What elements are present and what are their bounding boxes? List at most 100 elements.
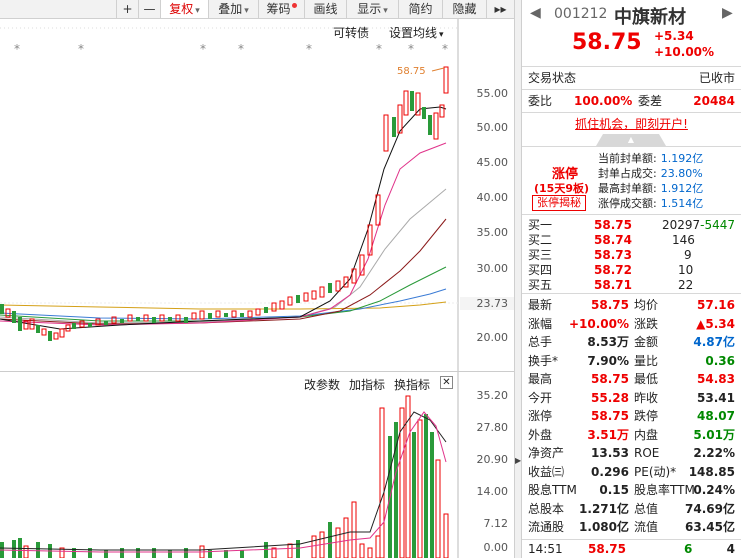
stat-row: 总手 8.53万 金额 4.87亿	[522, 333, 741, 351]
draw-line-button[interactable]: 画线	[304, 0, 346, 18]
stat-row: 涨停 58.75 跌停 48.07	[522, 407, 741, 425]
stat-label: 收益㈢	[528, 464, 565, 479]
candlesticks	[0, 66, 449, 341]
stat-label: 最新	[528, 298, 553, 312]
tick-count: 4	[726, 542, 735, 556]
order-diff-value: 20484	[693, 94, 735, 108]
hide-button[interactable]: 隐藏	[442, 0, 486, 18]
adjust-price-label: 复权	[169, 2, 194, 16]
volume-axis-label: 0.00	[483, 541, 509, 554]
event-marker-icon[interactable]: *	[78, 42, 84, 56]
stat-label: 最低	[634, 372, 659, 386]
volume-axis-label: 14.00	[476, 485, 509, 498]
stat-value: 0.15	[599, 483, 629, 497]
prev-stock-icon[interactable]: ◀	[530, 5, 541, 21]
stat-value: 74.69亿	[685, 501, 735, 516]
stat-label: 涨跌	[634, 316, 659, 331]
limit-up-detail-row: 涨停成交额: 1.514亿	[598, 197, 704, 210]
trade-status-value: 已收市	[698, 71, 735, 85]
stat-value: 5.01万	[693, 427, 735, 442]
price-axis-label: 40.00	[476, 191, 509, 204]
stat-value: 58.75	[591, 372, 629, 386]
stat-value: 2.22%	[693, 446, 735, 460]
stat-row: 股息TTM 0.15 股息率TTM 0.24%	[522, 481, 741, 499]
simple-mode-button[interactable]: 简约	[398, 0, 442, 18]
event-marker-icon[interactable]: *	[376, 42, 382, 56]
stat-label: 净资产	[528, 446, 565, 460]
tick-volume: 6	[684, 542, 693, 556]
quote-panel: ◀ 001212 中旗新材 ▶ 58.75 +5.34 +10.00% 交易状态…	[522, 0, 741, 558]
next-stock-icon[interactable]: ▶	[722, 5, 733, 21]
overlay-dropdown[interactable]: 叠加	[208, 0, 258, 18]
event-marker-icon[interactable]: *	[442, 42, 448, 56]
event-marker-icon[interactable]: *	[14, 42, 20, 56]
stat-value: 0.296	[591, 464, 629, 479]
trade-status-row: 交易状态 已收市	[522, 69, 741, 87]
trade-status-label: 交易状态	[528, 71, 577, 85]
stat-label: 总股本	[528, 501, 565, 516]
event-marker-icon[interactable]: *	[200, 42, 206, 56]
overlay-label: 叠加	[218, 2, 243, 16]
stat-value: 8.53万	[587, 335, 629, 349]
high-marker-arrow-icon	[431, 67, 445, 72]
stat-label: 股息TTM	[528, 483, 577, 497]
stat-label: 昨收	[634, 390, 659, 405]
tick-price: 58.75	[588, 542, 626, 556]
limit-up-streak: (15天9板)	[534, 182, 590, 195]
kline-chart[interactable]: * * * * * * * * 可转债 设置均线 ▾ 58.75 55.00 5…	[0, 19, 514, 371]
stat-value: 0.36	[705, 353, 735, 368]
stat-value: 148.85	[688, 464, 735, 479]
kline-svg: * * * * * * * *	[0, 19, 459, 371]
event-marker-icon[interactable]: *	[306, 42, 312, 56]
chips-button[interactable]: 筹码	[258, 0, 304, 18]
close-icon[interactable]: ✕	[440, 376, 453, 389]
stat-label: 最高	[528, 372, 553, 386]
open-account-banner[interactable]: 抓住机会，即刻开户!	[522, 115, 741, 132]
stat-row: 最新 58.75 均价 57.16	[522, 296, 741, 314]
set-ma-dropdown[interactable]: 设置均线 ▾	[389, 24, 444, 41]
stat-label: 内盘	[634, 427, 659, 442]
add-indicator-button[interactable]: 加指标	[349, 376, 385, 393]
collapse-tab[interactable]: ▲	[596, 134, 666, 146]
stat-value: 0.24%	[693, 483, 735, 497]
display-dropdown[interactable]: 显示	[346, 0, 398, 18]
current-price-axis-label: 23.73	[460, 297, 514, 310]
order-ratio-row: 委比 100.00% 委差 20484	[522, 92, 741, 110]
convertible-bond-link[interactable]: 可转债	[333, 24, 369, 41]
stat-row: 流通股 1.080亿 流值 63.45亿	[522, 518, 741, 536]
volume-chart[interactable]: 改参数 加指标 换指标 ✕ 35.20 27.80 20.90 14.00 7.…	[0, 372, 514, 558]
stat-value: +10.00%	[568, 316, 629, 331]
zoom-in-button[interactable]: +	[116, 0, 138, 18]
price-axis-label: 30.00	[476, 262, 509, 275]
stat-value: 53.41	[697, 390, 735, 405]
stat-label: 股息率TTM	[634, 483, 695, 497]
adjust-price-dropdown[interactable]: 复权	[160, 0, 208, 18]
stat-value: 55.28	[591, 390, 629, 405]
change-indicator-button[interactable]: 换指标	[394, 376, 430, 393]
stat-row: 换手* 7.90% 量比 0.36	[522, 352, 741, 370]
panel-collapse-handle[interactable]: ▶	[514, 0, 522, 558]
display-label: 显示	[357, 2, 382, 16]
stat-row: 总股本 1.271亿 总值 74.69亿	[522, 500, 741, 518]
volume-axis-label: 7.12	[483, 517, 509, 530]
collapse-arrow-icon[interactable]: ▶	[515, 456, 521, 465]
stat-label: 总手	[528, 335, 553, 349]
stat-label: PE(动)*	[634, 464, 677, 479]
stat-label: 均价	[634, 298, 659, 312]
zoom-out-button[interactable]: —	[138, 0, 160, 18]
stat-label: 流值	[634, 520, 659, 534]
volume-ma-magenta	[0, 411, 447, 553]
stat-label: 流通股	[528, 520, 565, 534]
high-price-marker: 58.75	[397, 66, 426, 77]
event-marker-icon[interactable]: *	[238, 42, 244, 56]
stat-label: 总值	[634, 501, 659, 516]
price-axis-label: 35.00	[476, 226, 509, 239]
stat-value: 13.53	[591, 446, 629, 460]
set-ma-label: 设置均线	[389, 26, 438, 40]
modify-params-button[interactable]: 改参数	[304, 376, 340, 393]
stat-value: 1.080亿	[579, 520, 629, 534]
stat-label: 涨停	[528, 409, 553, 423]
event-marker-icon[interactable]: *	[408, 42, 414, 56]
more-arrows-icon[interactable]: ▸▸	[486, 0, 514, 18]
limit-up-reveal-button[interactable]: 张停揭秘	[532, 195, 586, 211]
